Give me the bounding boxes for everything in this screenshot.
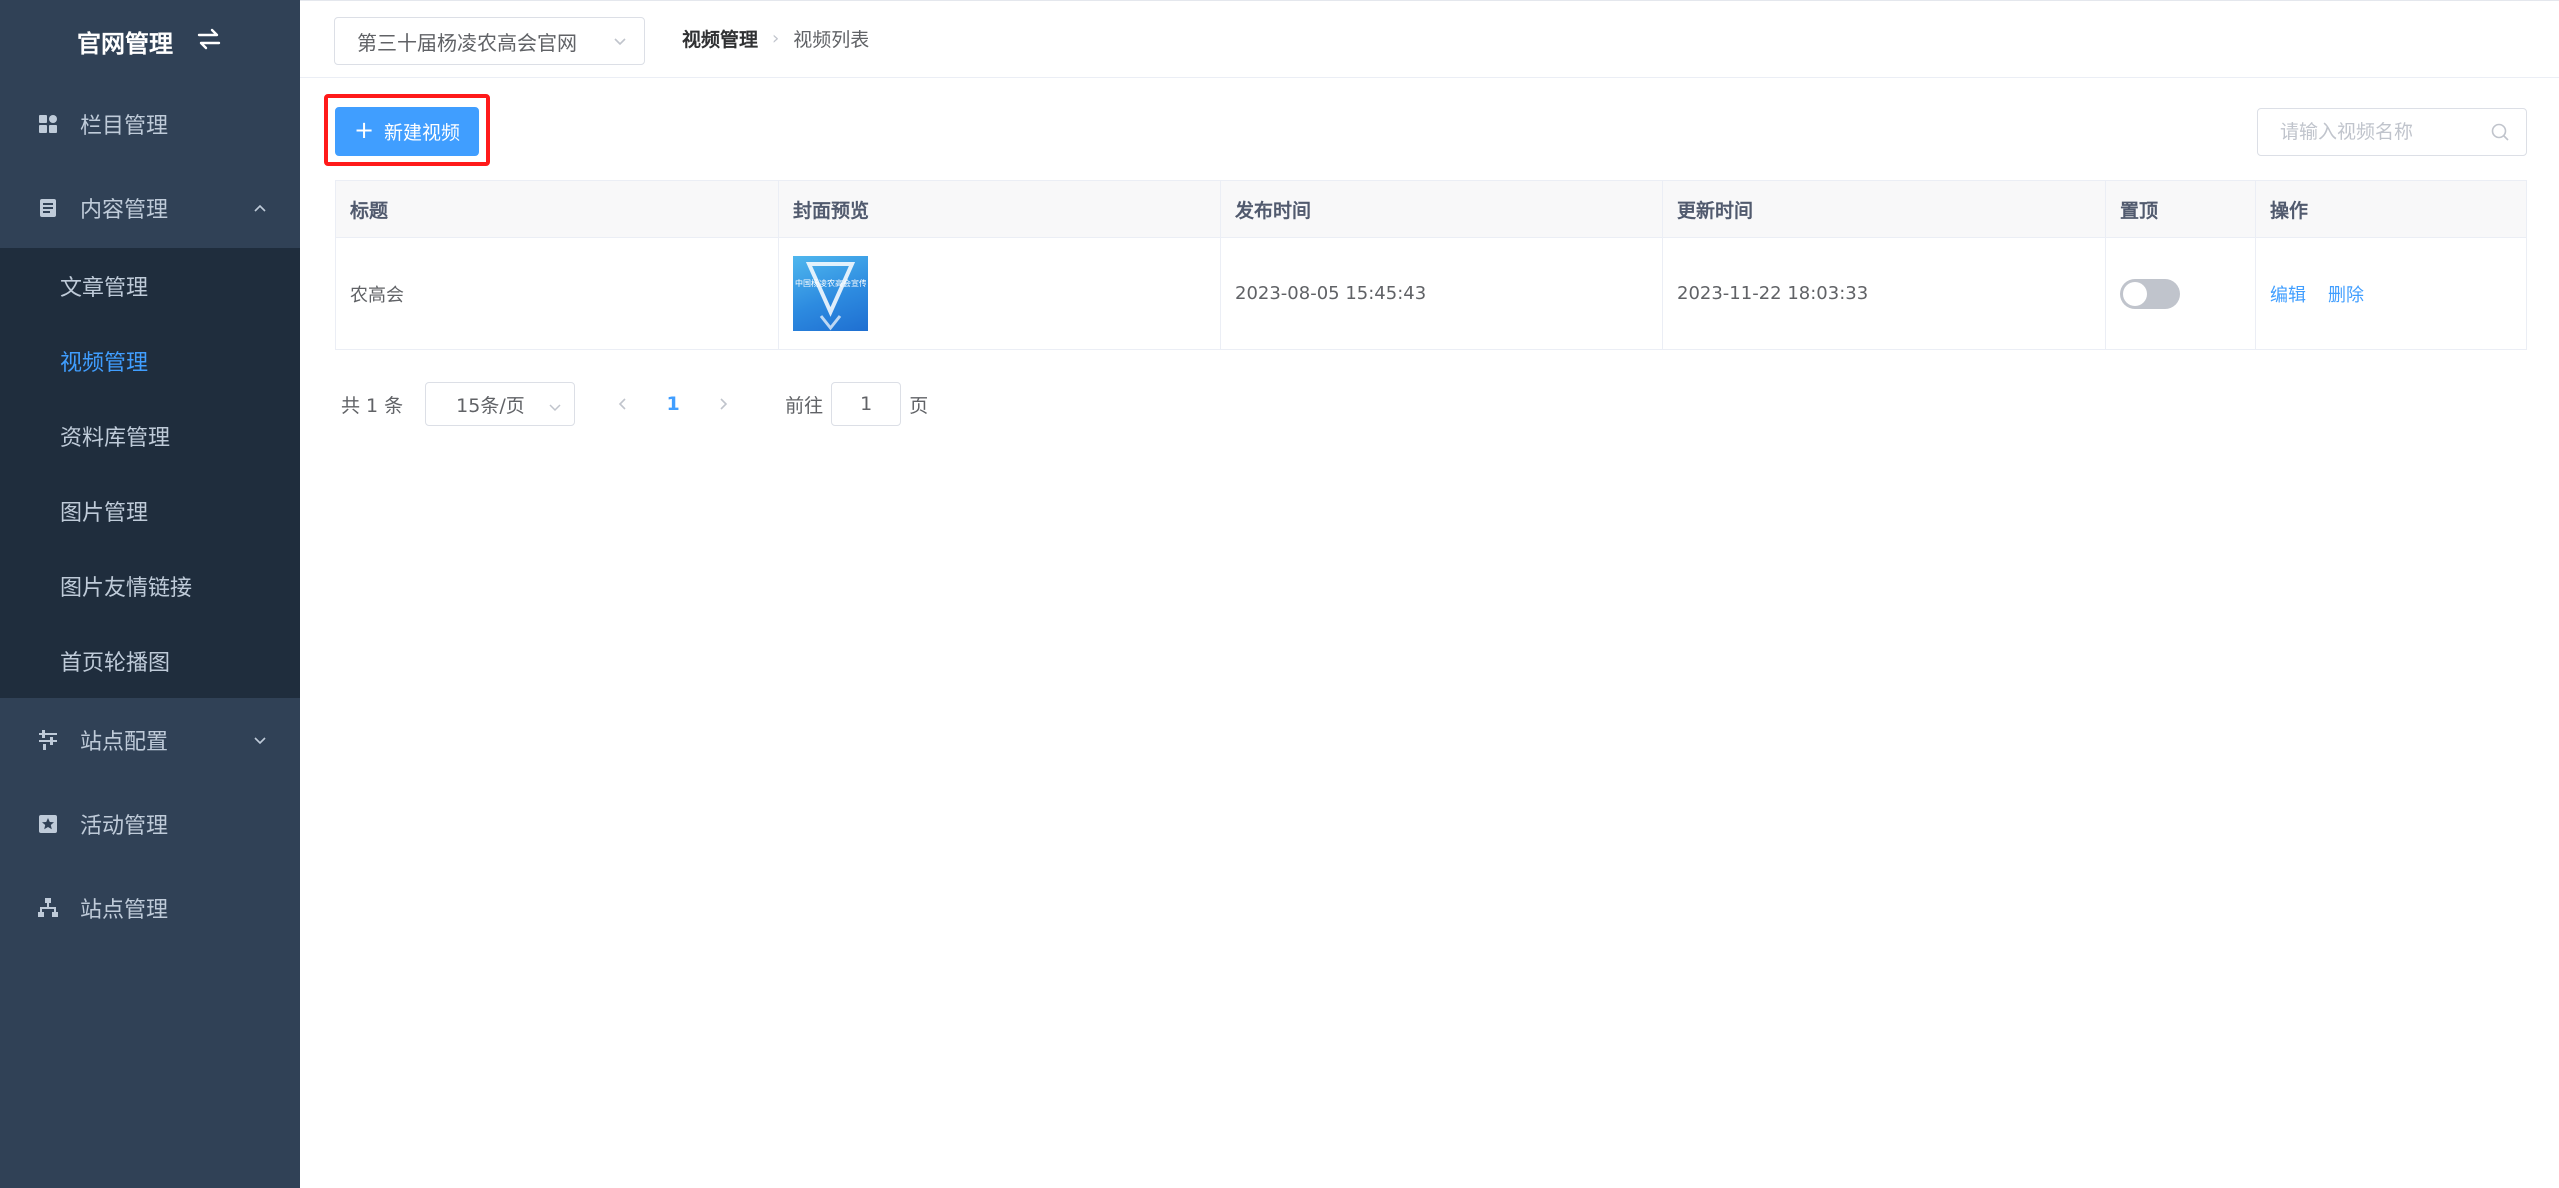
cell-cover: 中国杨凌农高会宣传片 bbox=[779, 238, 1221, 349]
sidebar-item-column[interactable]: 栏目管理 bbox=[0, 82, 300, 166]
sidebar-item-label: 资料库管理 bbox=[60, 425, 171, 451]
sidebar-item-label: 图片友情链接 bbox=[60, 575, 193, 601]
page-size-select[interactable]: 15条/页 bbox=[425, 382, 576, 426]
app-title: 官网管理 bbox=[77, 29, 173, 58]
search-input[interactable] bbox=[2258, 109, 2488, 155]
site-select[interactable]: 第三十届杨凌农高会官网 bbox=[334, 17, 645, 65]
cell-updated: 2023-11-22 18:03:33 bbox=[1663, 238, 2106, 349]
next-page-button[interactable] bbox=[703, 382, 743, 426]
sidebar-item-content[interactable]: 内容管理 bbox=[0, 166, 300, 250]
sidebar-item-label: 首页轮播图 bbox=[60, 650, 171, 676]
table-row: 农高会 中国杨凌农高会宣传片 2023-08-05 15:45:43 2023-… bbox=[336, 238, 2526, 350]
sitemap-icon bbox=[36, 896, 60, 920]
site-select-value: 第三十届杨凌农高会官网 bbox=[357, 30, 577, 55]
chevron-down-icon bbox=[252, 732, 268, 748]
search-icon[interactable] bbox=[2490, 122, 2510, 142]
new-video-button-label: 新建视频 bbox=[384, 122, 461, 144]
cell-pinned bbox=[2106, 238, 2256, 349]
sidebar: 官网管理 栏目管理 内容管理 文章管理 视频管理 资料库管理 图片管理 图片友情… bbox=[0, 0, 300, 1188]
search-box bbox=[2257, 108, 2527, 156]
page-size-value: 15条/页 bbox=[456, 394, 525, 417]
cover-graphic bbox=[805, 262, 856, 331]
star-box-icon bbox=[36, 812, 60, 836]
grid-icon bbox=[36, 112, 60, 136]
sidebar-item-label: 视频管理 bbox=[60, 350, 149, 376]
column-header-cover: 封面预览 bbox=[779, 181, 1221, 238]
sidebar-item-label: 活动管理 bbox=[80, 814, 169, 839]
sidebar-subitem-library[interactable]: 资料库管理 bbox=[0, 398, 300, 473]
sidebar-subitem-images[interactable]: 图片管理 bbox=[0, 473, 300, 548]
goto-page-input[interactable] bbox=[831, 382, 902, 426]
sidebar-item-site-config[interactable]: 站点配置 bbox=[0, 698, 300, 782]
delete-link[interactable]: 删除 bbox=[2328, 281, 2364, 307]
page-number-current[interactable]: 1 bbox=[643, 382, 703, 426]
chevron-down-icon bbox=[548, 397, 562, 412]
document-icon bbox=[36, 196, 60, 220]
new-video-button[interactable]: + 新建视频 bbox=[335, 107, 479, 156]
column-header-published: 发布时间 bbox=[1221, 181, 1663, 238]
cell-title: 农高会 bbox=[336, 238, 779, 349]
sidebar-item-label: 文章管理 bbox=[60, 275, 149, 301]
prev-page-button[interactable] bbox=[603, 382, 643, 426]
sidebar-item-label: 站点配置 bbox=[80, 730, 169, 755]
breadcrumb-item-video-list: 视频列表 bbox=[793, 28, 870, 51]
sliders-icon bbox=[36, 728, 60, 752]
sidebar-item-label: 站点管理 bbox=[80, 898, 169, 923]
switch-icon[interactable] bbox=[195, 25, 223, 57]
edit-link[interactable]: 编辑 bbox=[2270, 281, 2306, 307]
chevron-left-icon bbox=[619, 398, 626, 410]
cover-thumbnail[interactable]: 中国杨凌农高会宣传片 bbox=[793, 256, 868, 331]
cover-text: 中国杨凌农高会宣传片 bbox=[795, 279, 866, 288]
breadcrumb-item-video-manage[interactable]: 视频管理 bbox=[682, 25, 758, 52]
breadcrumb-separator-icon: › bbox=[772, 27, 780, 49]
column-header-actions: 操作 bbox=[2270, 200, 2309, 222]
video-table: 标题 封面预览 发布时间 更新时间 置顶 操作 农高会 中国杨凌农高会宣传片 2… bbox=[335, 180, 2527, 350]
pin-toggle[interactable] bbox=[2120, 278, 2180, 309]
sidebar-item-label: 图片管理 bbox=[60, 500, 149, 526]
sidebar-subitem-carousel[interactable]: 首页轮播图 bbox=[0, 623, 300, 698]
sidebar-subitem-image-links[interactable]: 图片友情链接 bbox=[0, 548, 300, 623]
column-header-updated: 更新时间 bbox=[1663, 181, 2106, 238]
pagination: 共 1 条 15条/页 1 前往 页 bbox=[341, 382, 928, 426]
sidebar-item-site[interactable]: 站点管理 bbox=[0, 866, 300, 950]
sidebar-subitem-video[interactable]: 视频管理 bbox=[0, 323, 300, 398]
chevron-up-icon bbox=[252, 200, 268, 216]
goto-suffix: 页 bbox=[909, 394, 929, 417]
column-header-pinned: 置顶 bbox=[2106, 181, 2256, 238]
toggle-knob bbox=[2123, 281, 2147, 306]
column-header-title: 标题 bbox=[336, 181, 779, 238]
sidebar-header: 官网管理 bbox=[0, 0, 300, 82]
top-header: 第三十届杨凌农高会官网 视频管理 › 视频列表 bbox=[300, 0, 2559, 78]
sidebar-item-label: 栏目管理 bbox=[80, 114, 169, 139]
cell-published: 2023-08-05 15:45:43 bbox=[1221, 238, 1663, 349]
sidebar-item-label: 内容管理 bbox=[80, 198, 169, 223]
breadcrumb: 视频管理 › 视频列表 bbox=[682, 23, 869, 53]
pagination-total: 共 1 条 bbox=[341, 394, 404, 417]
chevron-down-icon bbox=[612, 33, 628, 49]
plus-icon: + bbox=[353, 116, 375, 144]
sidebar-subitem-article[interactable]: 文章管理 bbox=[0, 248, 300, 323]
goto-label: 前往 bbox=[785, 394, 824, 417]
cell-actions: 编辑 删除 bbox=[2256, 238, 2528, 349]
table-header: 标题 封面预览 发布时间 更新时间 置顶 操作 bbox=[336, 181, 2526, 238]
chevron-right-icon bbox=[720, 398, 728, 410]
sidebar-item-activity[interactable]: 活动管理 bbox=[0, 782, 300, 866]
